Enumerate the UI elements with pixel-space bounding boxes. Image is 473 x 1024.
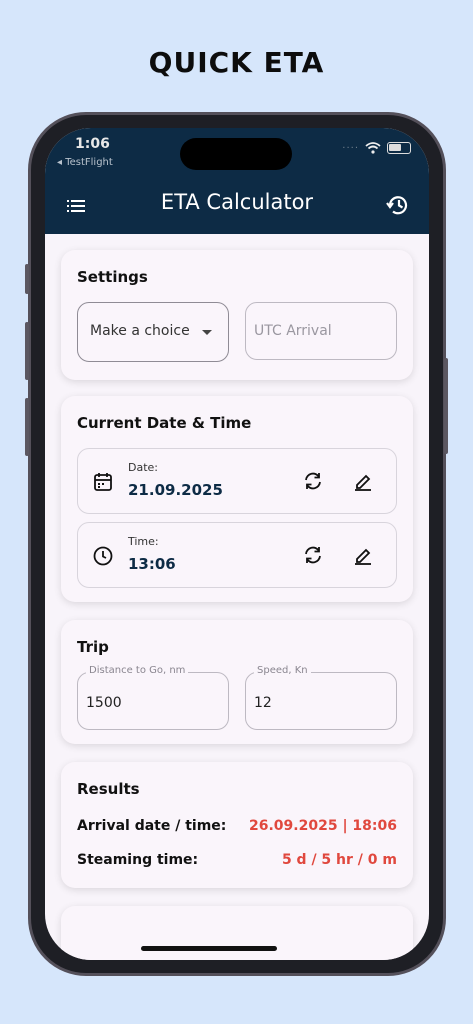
results-card: Results Arrival date / time: 26.09.2025 … bbox=[61, 762, 413, 888]
distance-field[interactable]: Distance to Go, nm 1500 bbox=[77, 665, 229, 730]
distance-value: 1500 bbox=[86, 695, 122, 711]
choice-dropdown[interactable]: Make a choice bbox=[77, 302, 229, 362]
dropdown-value: Make a choice bbox=[90, 323, 190, 339]
current-datetime-title: Current Date & Time bbox=[77, 414, 252, 432]
chevron-down-icon bbox=[202, 330, 212, 335]
power-button bbox=[444, 358, 448, 454]
app-screen: 1:06 ◂ TestFlight ···· ETA Calculator Se bbox=[45, 128, 429, 960]
refresh-date-icon[interactable] bbox=[302, 470, 324, 492]
date-value: 21.09.2025 bbox=[128, 481, 223, 499]
speed-label: Speed, Kn bbox=[254, 665, 311, 676]
wifi-icon bbox=[365, 142, 381, 154]
edit-date-icon[interactable] bbox=[352, 470, 374, 492]
app-bar: ETA Calculator bbox=[45, 178, 429, 234]
results-title: Results bbox=[77, 780, 140, 798]
edit-time-icon[interactable] bbox=[352, 544, 374, 566]
status-bar: 1:06 ◂ TestFlight ···· bbox=[45, 128, 429, 178]
clock-icon bbox=[93, 546, 113, 566]
app-title: ETA Calculator bbox=[160, 190, 314, 214]
calendar-icon bbox=[94, 473, 112, 491]
trip-title: Trip bbox=[77, 638, 109, 656]
page-headline: QUICK ETA bbox=[148, 46, 325, 79]
side-button bbox=[25, 264, 29, 294]
battery-icon bbox=[387, 142, 411, 154]
settings-title: Settings bbox=[77, 268, 148, 286]
settings-card: Settings Make a choice UTC Arrival bbox=[61, 250, 413, 380]
arrival-value: 26.09.2025 | 18:06 bbox=[249, 818, 397, 834]
date-row: Date: 21.09.2025 bbox=[77, 448, 397, 514]
current-datetime-card: Current Date & Time Date: 21.09.2025 Tim… bbox=[61, 396, 413, 602]
volume-up-button bbox=[25, 322, 29, 380]
utc-arrival-placeholder: UTC Arrival bbox=[254, 323, 332, 339]
speed-field[interactable]: Speed, Kn 12 bbox=[245, 665, 397, 730]
dynamic-island bbox=[180, 138, 292, 170]
refresh-time-icon[interactable] bbox=[302, 544, 324, 566]
history-icon[interactable] bbox=[385, 192, 411, 218]
signal-icon: ···· bbox=[342, 142, 359, 154]
status-time: 1:06 bbox=[75, 136, 110, 152]
trip-card: Trip Distance to Go, nm 1500 Speed, Kn 1… bbox=[61, 620, 413, 744]
utc-arrival-field[interactable]: UTC Arrival bbox=[245, 302, 397, 360]
next-card bbox=[61, 906, 413, 960]
time-label: Time: bbox=[128, 535, 159, 548]
status-icons: ···· bbox=[342, 142, 411, 154]
back-to-app-link[interactable]: ◂ TestFlight bbox=[57, 157, 113, 168]
date-label: Date: bbox=[128, 461, 158, 474]
home-indicator[interactable] bbox=[141, 946, 277, 951]
time-row: Time: 13:06 bbox=[77, 522, 397, 588]
volume-down-button bbox=[25, 398, 29, 456]
arrival-label: Arrival date / time: bbox=[77, 818, 227, 834]
steaming-label: Steaming time: bbox=[77, 852, 199, 868]
speed-value: 12 bbox=[254, 695, 272, 711]
distance-label: Distance to Go, nm bbox=[86, 665, 189, 676]
time-value: 13:06 bbox=[128, 555, 176, 573]
steaming-value: 5 d / 5 hr / 0 m bbox=[281, 852, 397, 868]
